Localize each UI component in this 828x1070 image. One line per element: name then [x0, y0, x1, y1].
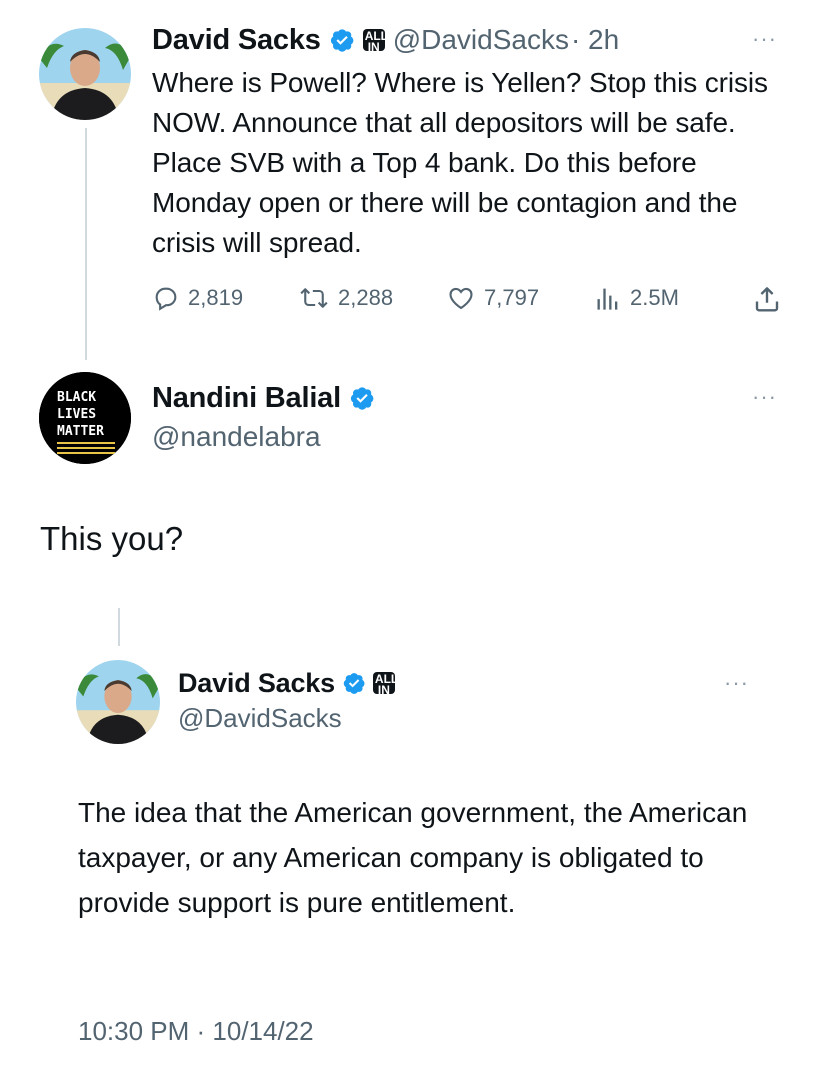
retweet-count: 2,288 [338, 285, 394, 310]
avatar-image [76, 660, 160, 744]
author-name[interactable]: David Sacks [178, 668, 335, 699]
more-icon[interactable]: ··· [724, 670, 749, 696]
avatar-david-sacks-quoted[interactable] [76, 660, 160, 744]
retweet-icon [300, 288, 328, 308]
reply-button[interactable]: 2,819 [152, 284, 243, 312]
share-button[interactable] [752, 284, 782, 314]
quoted-header: David Sacks ALL IN [178, 666, 399, 700]
allin-badge-icon: ALL IN [372, 672, 399, 697]
more-icon[interactable]: ··· [752, 26, 777, 52]
reply-icon [155, 287, 177, 311]
quoted-text: The idea that the American government, t… [78, 797, 748, 918]
avatar-david-sacks[interactable] [39, 28, 131, 120]
tweet1-header: David Sacks ALL IN @DavidSacks · 2h [152, 22, 619, 58]
tweet1-text: Where is Powell? Where is Yellen? Stop t… [152, 67, 768, 258]
allin-badge-icon: ALL IN [362, 29, 389, 54]
tweet-time[interactable]: · 2h [571, 24, 619, 56]
quoted-timestamp[interactable]: 10:30 PM · 10/14/22 [78, 1016, 314, 1047]
like-icon [449, 287, 473, 310]
avatar-line-1: BLACK [57, 390, 96, 405]
quote-thread-line [118, 608, 120, 646]
avatar-nandini-balial[interactable]: BLACK LIVES MATTER [39, 372, 131, 464]
tweet2-header: Nandini Balial [152, 380, 375, 416]
author-handle[interactable]: @DavidSacks [178, 703, 342, 734]
author-name[interactable]: David Sacks [152, 24, 321, 57]
thread-line [85, 128, 87, 360]
views-button[interactable]: 2.5M [594, 284, 679, 312]
author-name[interactable]: Nandini Balial [152, 382, 341, 415]
verified-icon [329, 27, 355, 53]
author-handle[interactable]: @DavidSacks [393, 24, 569, 56]
avatar-line-2: LIVES [57, 407, 96, 422]
verified-icon [349, 385, 375, 411]
more-icon[interactable]: ··· [752, 384, 777, 410]
share-icon [755, 287, 779, 312]
verified-icon [342, 671, 366, 695]
avatar-image [39, 28, 131, 120]
tweet1-actions: 2,819 2,288 7,797 2.5M [152, 284, 788, 318]
views-icon [597, 288, 618, 310]
tweet2-text: This you? [40, 520, 184, 557]
avatar-line-3: MATTER [57, 424, 104, 439]
reply-count: 2,819 [188, 285, 244, 310]
views-count: 2.5M [630, 285, 679, 310]
avatar-image: BLACK LIVES MATTER [39, 372, 131, 464]
author-handle[interactable]: @nandelabra [152, 421, 321, 453]
like-count: 7,797 [484, 285, 540, 310]
retweet-button[interactable]: 2,288 [298, 284, 393, 312]
like-button[interactable]: 7,797 [446, 284, 539, 312]
